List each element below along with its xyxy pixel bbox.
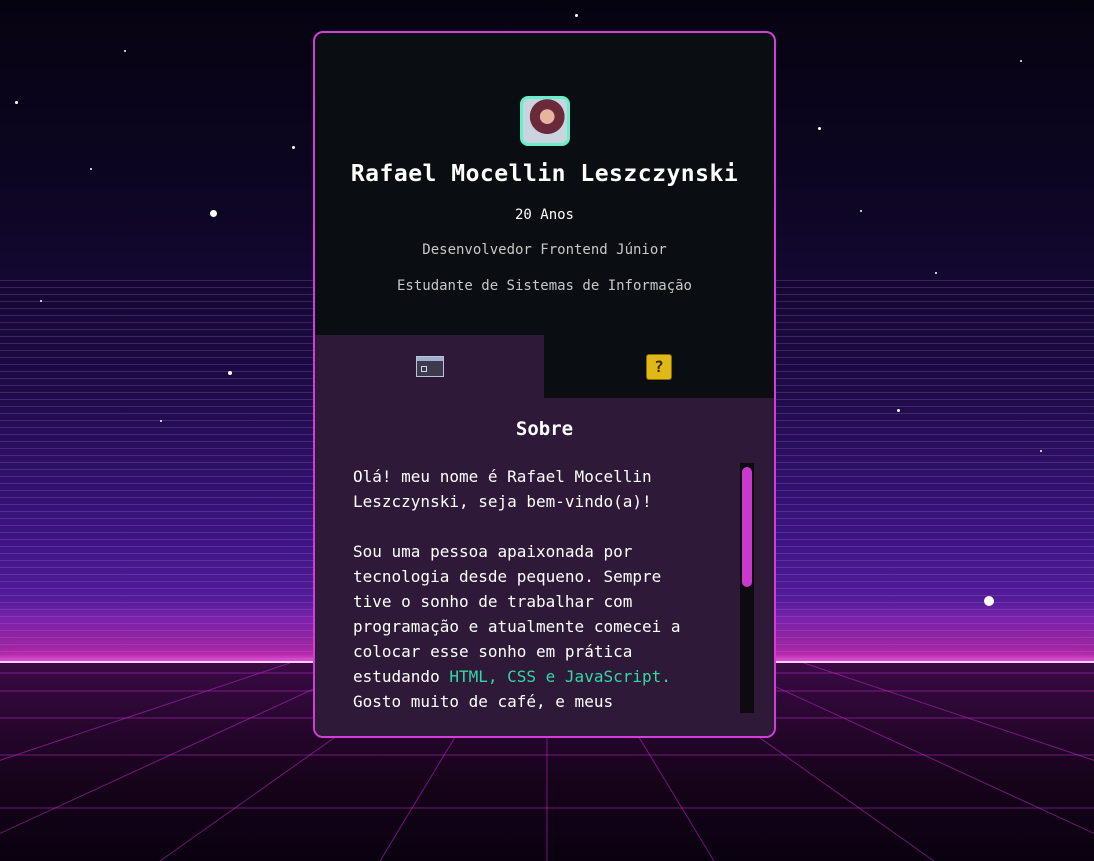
about-line: colocar esse sonho em prática (353, 642, 633, 661)
about-line: Olá! meu nome é Rafael Mocellin (353, 467, 652, 486)
star (935, 272, 937, 274)
star (1040, 450, 1042, 452)
about-panel: Sobre Olá! meu nome é Rafael Mocellin Le… (315, 398, 774, 736)
star (124, 50, 126, 52)
window-icon (415, 356, 444, 377)
star (228, 371, 232, 375)
about-line: Sou uma pessoa apaixonada por (353, 542, 633, 561)
star (1020, 60, 1022, 62)
tech-highlight: HTML, CSS e JavaScript. (449, 667, 671, 686)
about-line: Gosto muito de café, e meus (353, 692, 614, 711)
star (818, 127, 821, 130)
scrollbar-thumb[interactable] (742, 467, 752, 587)
about-title: Sobre (515, 418, 574, 440)
tab-quiz[interactable]: ? (544, 335, 774, 398)
about-text: Olá! meu nome é Rafael Mocellin Leszczyn… (353, 464, 728, 712)
star (160, 420, 162, 422)
star (292, 146, 295, 149)
star (210, 210, 217, 217)
star (575, 14, 578, 17)
about-line: tive o sonho de trabalhar com (353, 592, 633, 611)
star (984, 596, 994, 606)
about-line: Leszczynski, seja bem-vindo(a)! (353, 492, 652, 511)
scrollbar[interactable] (740, 463, 754, 713)
star (897, 409, 900, 412)
profile-age: 20 Anos (514, 207, 574, 223)
profile-card: Rafael Mocellin Leszczynski 20 Anos Dese… (313, 31, 776, 738)
about-line: tecnologia desde pequeno. Sempre (353, 567, 662, 586)
profile-study: Estudante de Sistemas de Informação (396, 278, 692, 294)
profile-name: Rafael Mocellin Leszczynski (350, 161, 739, 187)
star (860, 210, 862, 212)
about-line: programação e atualmente comecei a (353, 617, 681, 636)
star (40, 300, 42, 302)
tab-about[interactable] (315, 335, 544, 398)
profile-role: Desenvolvedor Frontend Júnior (422, 242, 667, 258)
star (15, 101, 18, 104)
star (90, 168, 92, 170)
question-block-icon: ? (646, 353, 672, 380)
avatar (520, 96, 570, 146)
about-studying-prefix: estudando (353, 667, 450, 686)
